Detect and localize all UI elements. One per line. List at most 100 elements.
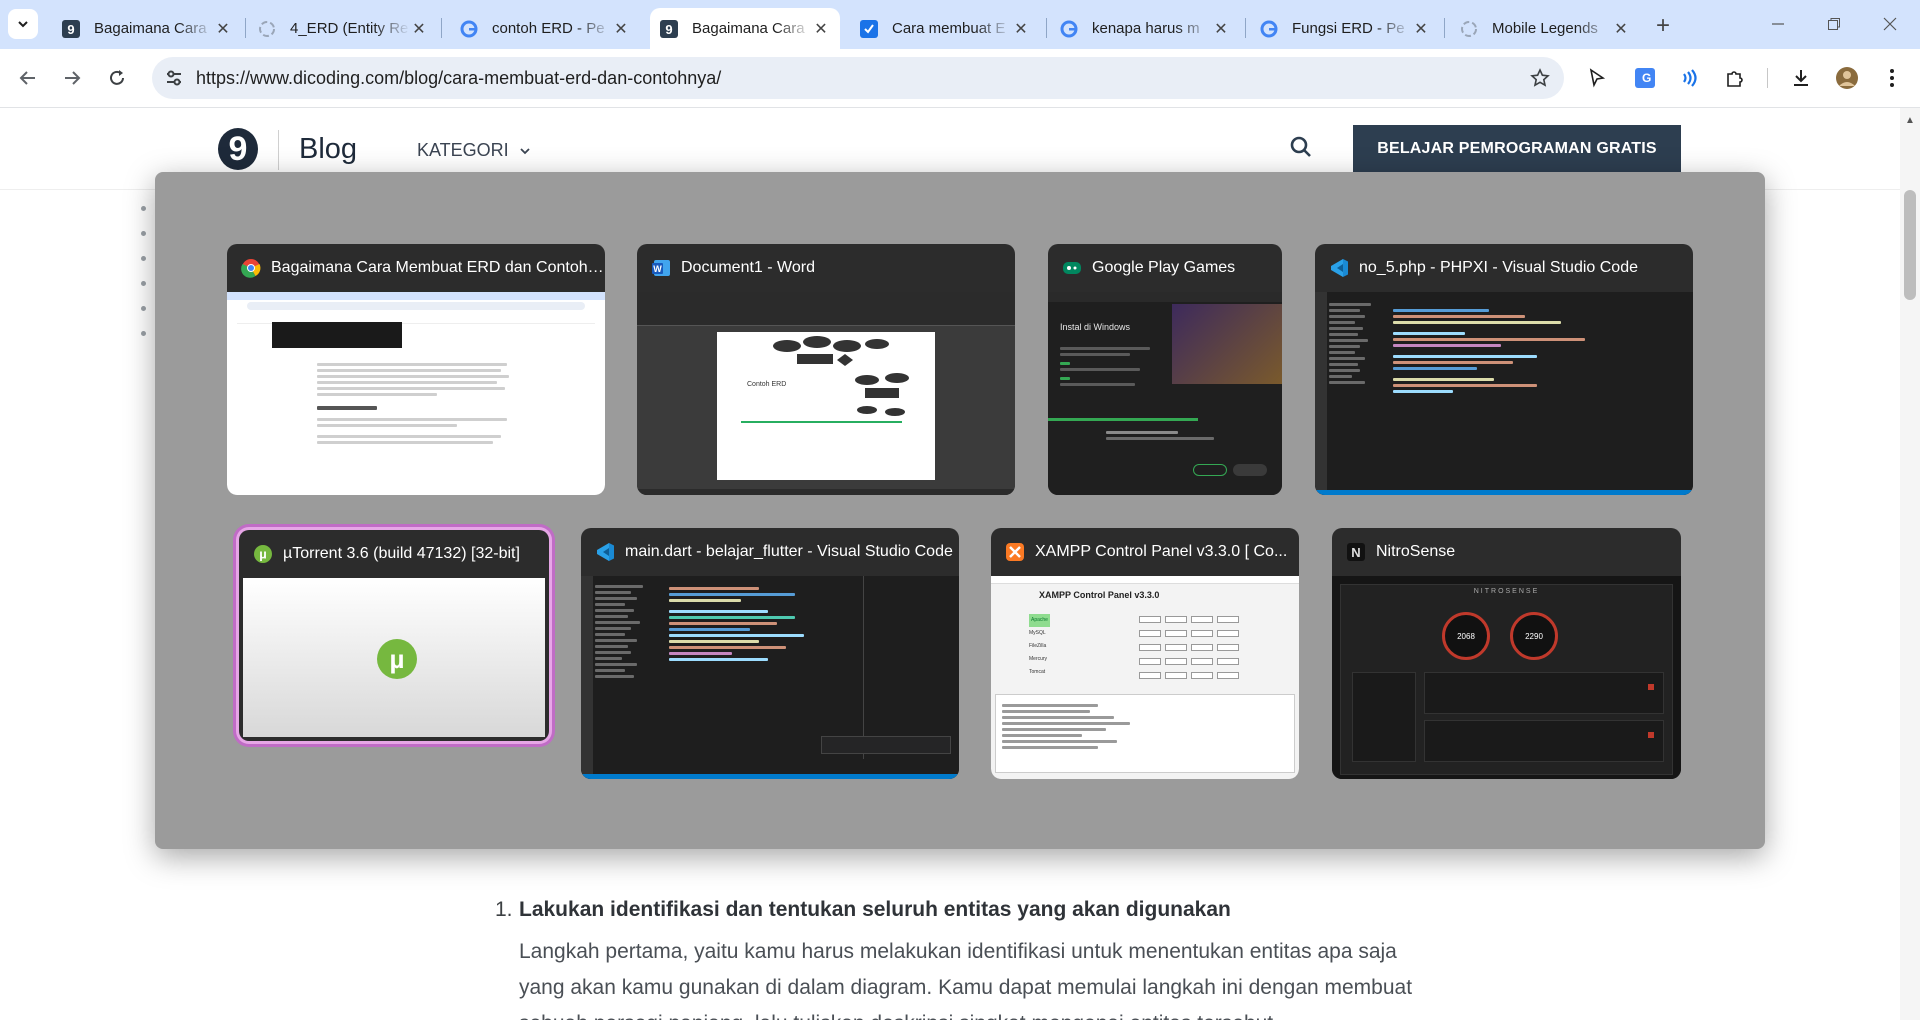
tab-strip: 9 Bagaimana Cara ✕ 4_ERD (Entity Re ✕ co… <box>0 0 1920 49</box>
scroll-up-arrow-icon[interactable]: ▲ <box>1900 112 1920 128</box>
translate-icon[interactable]: G <box>1631 64 1659 92</box>
xampp-icon <box>1005 542 1025 562</box>
close-icon[interactable]: ✕ <box>1012 20 1030 38</box>
close-icon[interactable]: ✕ <box>214 20 232 38</box>
window-title: Document1 - Word <box>681 259 815 276</box>
svg-text:W: W <box>653 264 662 274</box>
tab-title: kenapa harus m <box>1092 20 1200 37</box>
tab-title: contoh ERD - Pe <box>492 20 605 37</box>
close-icon[interactable]: ✕ <box>1212 20 1230 38</box>
window-card-google-play-games[interactable]: Google Play Games Instal di Windows <box>1048 244 1282 495</box>
google-favicon <box>1260 20 1278 38</box>
category-menu[interactable]: KATEGORI <box>417 140 531 161</box>
svg-text:G: G <box>1642 71 1651 85</box>
list-item-body: Langkah pertama, yaitu kamu harus melaku… <box>519 940 1413 1020</box>
tab-7[interactable]: Fungsi ERD - Pe ✕ <box>1250 8 1440 49</box>
scrollbar-thumb[interactable] <box>1904 190 1916 300</box>
window-card-chrome[interactable]: Bagaimana Cara Membuat ERD dan Contohn..… <box>227 244 605 495</box>
gpg-heading: Instal di Windows <box>1060 322 1131 332</box>
extensions-puzzle-icon[interactable] <box>1721 64 1749 92</box>
svg-text:µ: µ <box>259 547 267 562</box>
google-favicon <box>460 20 478 38</box>
xampp-module: Mercury <box>1029 656 1048 662</box>
dicoding-favicon: 9 <box>660 19 678 38</box>
close-icon[interactable]: ✕ <box>812 20 830 38</box>
xampp-heading: XAMPP Control Panel v3.3.0 <box>1039 590 1160 600</box>
cpu-fan-speed: 2068 <box>1442 612 1490 660</box>
back-icon[interactable] <box>12 62 44 94</box>
tab-title: Mobile Legends <box>1492 20 1598 37</box>
tab-6[interactable]: kenapa harus m ✕ <box>1050 8 1240 49</box>
address-bar[interactable]: https://www.dicoding.com/blog/cara-membu… <box>152 57 1564 99</box>
google-play-games-thumbnail: Instal di Windows <box>1048 292 1282 495</box>
cursor-extension-icon[interactable] <box>1583 64 1611 92</box>
window-title: NitroSense <box>1376 543 1456 560</box>
chrome-thumbnail <box>227 292 605 495</box>
tab-3[interactable]: contoh ERD - Pe ✕ <box>450 8 640 49</box>
google-play-games-icon <box>1062 258 1082 278</box>
tab-title: Cara membuat E <box>892 20 1006 37</box>
close-icon[interactable]: ✕ <box>612 20 630 38</box>
dicoding-favicon: 9 <box>62 19 80 38</box>
tab-1[interactable]: 9 Bagaimana Cara ✕ <box>52 8 242 49</box>
word-thumbnail: Contoh ERD <box>637 292 1015 495</box>
dicoding-logo[interactable]: 9 <box>218 128 258 170</box>
tab-title: 4_ERD (Entity Re <box>290 20 409 37</box>
svg-text:µ: µ <box>390 644 405 674</box>
download-icon[interactable] <box>1787 64 1815 92</box>
tab-search-button[interactable] <box>8 9 38 39</box>
svg-text:Contoh ERD: Contoh ERD <box>747 381 786 388</box>
tab-4-active[interactable]: 9 Bagaimana Cara ✕ <box>650 8 840 49</box>
restore-icon[interactable] <box>1820 10 1848 38</box>
chevron-down-icon <box>520 147 530 154</box>
window-card-vscode-flutter[interactable]: main.dart - belajar_flutter - Visual Stu… <box>581 528 959 779</box>
read-aloud-icon[interactable] <box>1676 64 1704 92</box>
more-menu-icon[interactable] <box>1878 64 1906 92</box>
learn-free-button[interactable]: BELAJAR PEMROGRAMAN GRATIS <box>1353 125 1681 173</box>
utorrent-thumbnail: µ <box>243 578 545 737</box>
window-title: µTorrent 3.6 (build 47132) [32-bit] <box>283 545 520 562</box>
xampp-thumbnail: XAMPP Control Panel v3.3.0 Apache MySQL … <box>991 576 1299 779</box>
bookmark-star-icon[interactable] <box>1528 66 1552 90</box>
window-title: main.dart - belajar_flutter - Visual Stu… <box>625 543 953 560</box>
profile-avatar[interactable] <box>1833 64 1861 92</box>
blue-check-favicon <box>860 19 878 38</box>
close-icon[interactable]: ✕ <box>410 20 428 38</box>
list-item-title: Lakukan identifikasi dan tentukan seluru… <box>519 898 1231 921</box>
chrome-icon <box>241 258 261 278</box>
window-card-word[interactable]: W Document1 - Word Contoh ERD <box>637 244 1015 495</box>
window-card-nitrosense[interactable]: N NitroSense NITROSENSE 2068 2290 <box>1332 528 1681 779</box>
close-icon[interactable]: ✕ <box>1612 20 1630 38</box>
window-title: Bagaimana Cara Membuat ERD dan Contohn..… <box>271 259 605 276</box>
list-number: 1. <box>495 898 513 921</box>
site-info-icon[interactable] <box>162 66 186 90</box>
xampp-module: Apache <box>1029 614 1050 627</box>
tab-8[interactable]: Mobile Legends ✕ <box>1450 8 1640 49</box>
url-text[interactable]: https://www.dicoding.com/blog/cara-membu… <box>196 68 721 89</box>
svg-text:N: N <box>1351 545 1360 560</box>
new-tab-button[interactable]: + <box>1649 12 1677 40</box>
minimize-icon[interactable] <box>1764 10 1792 38</box>
close-icon[interactable]: ✕ <box>1412 20 1430 38</box>
tab-2[interactable]: 4_ERD (Entity Re ✕ <box>248 8 438 49</box>
chevron-down-icon <box>18 21 28 28</box>
tab-title: Fungsi ERD - Pe <box>1292 20 1405 37</box>
forward-icon[interactable] <box>56 62 88 94</box>
window-card-vscode-php[interactable]: no_5.php - PHPXI - Visual Studio Code <box>1315 244 1693 495</box>
blog-label[interactable]: Blog <box>299 133 357 166</box>
close-window-icon[interactable] <box>1876 10 1904 38</box>
svg-text:9: 9 <box>67 22 74 37</box>
search-icon[interactable] <box>1287 133 1315 161</box>
utorrent-logo-icon: µ <box>377 639 417 679</box>
tab-5[interactable]: Cara membuat E ✕ <box>850 8 1040 49</box>
vscode-icon <box>595 542 615 562</box>
nitrosense-icon: N <box>1346 542 1366 562</box>
vscode-flutter-thumbnail <box>581 576 959 779</box>
vscode-php-thumbnail <box>1315 292 1693 495</box>
reload-icon[interactable] <box>101 62 133 94</box>
gpu-fan-speed: 2290 <box>1510 612 1558 660</box>
window-card-utorrent[interactable]: µ µTorrent 3.6 (build 47132) [32-bit] µ <box>239 530 549 741</box>
xampp-module: MySQL <box>1029 630 1046 636</box>
loading-favicon <box>1460 20 1478 38</box>
window-card-xampp[interactable]: XAMPP Control Panel v3.3.0 [ Co... XAMPP… <box>991 528 1299 779</box>
